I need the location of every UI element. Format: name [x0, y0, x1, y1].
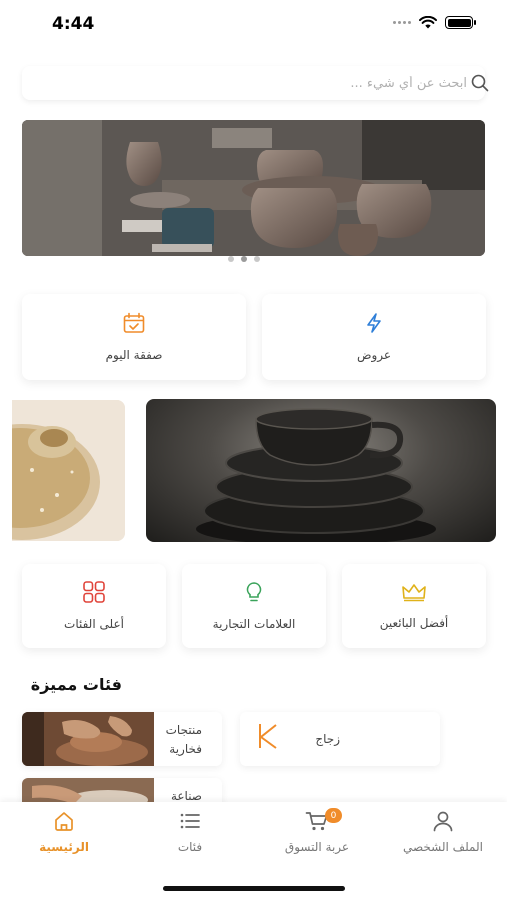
search-input[interactable]	[87, 75, 467, 91]
signal-icon	[393, 21, 411, 24]
lightning-icon	[367, 313, 381, 333]
carousel-dots	[228, 256, 260, 262]
pottery-hands-thumbnail	[22, 712, 154, 766]
offers-card[interactable]: عروض	[262, 294, 486, 380]
promo-banner-glazed-pot[interactable]	[12, 400, 125, 541]
lightbulb-icon	[246, 582, 262, 602]
calendar-check-icon	[123, 312, 145, 333]
wifi-icon	[419, 16, 437, 29]
featured-item-pottery[interactable]: منتجات فخارية	[22, 712, 222, 766]
grid-icon	[83, 581, 105, 603]
user-icon	[433, 811, 453, 832]
crown-icon	[402, 584, 426, 602]
top-sellers-label: أفضل البائعين	[379, 616, 449, 630]
status-time: 4:44	[52, 14, 95, 34]
deal-of-the-day-label: صفقة اليوم	[105, 348, 163, 362]
nav-label-cart: عربة التسوق	[284, 840, 350, 854]
nav-item-home[interactable]: الرئيسية	[14, 810, 114, 854]
brands-label: العلامات التجارية	[212, 617, 296, 631]
black-pottery-illustration	[196, 408, 436, 542]
search-icon[interactable]	[470, 73, 490, 93]
featured-item-glass[interactable]: زجاج	[240, 712, 440, 766]
nav-label-categories: فئات	[177, 840, 203, 854]
nav-item-cart[interactable]: 0 عربة التسوق	[267, 808, 367, 854]
top-categories-label: أعلى الفئات	[64, 617, 124, 631]
carousel-dot[interactable]	[254, 256, 260, 262]
featured-item-crafts-label: صناعة	[170, 789, 202, 803]
top-categories-card[interactable]: أعلى الفئات	[22, 564, 166, 648]
nav-item-categories[interactable]: فئات	[140, 810, 240, 854]
nav-label-profile: الملف الشخصي	[403, 840, 483, 854]
nav-item-profile[interactable]: الملف الشخصي	[393, 810, 493, 854]
featured-item-pottery-label: منتجات فخارية	[154, 721, 202, 759]
home-indicator[interactable]	[163, 886, 345, 891]
featured-item-glass-label: زجاج	[315, 732, 340, 746]
carousel-dot-active[interactable]	[241, 256, 247, 262]
brands-card[interactable]: العلامات التجارية	[182, 564, 326, 648]
status-bar: 4:44	[0, 0, 507, 50]
featured-item-pottery-line1: منتجات	[165, 723, 202, 737]
featured-item-pottery-line2: فخارية	[169, 742, 202, 756]
cart-count-badge: 0	[325, 808, 342, 823]
search-bar[interactable]	[22, 66, 489, 100]
status-icons	[393, 16, 476, 29]
brand-k-logo-icon	[259, 724, 277, 749]
nav-label-home: الرئيسية	[39, 840, 89, 854]
deal-of-the-day-card[interactable]: صفقة اليوم	[22, 294, 246, 380]
pottery-workshop-illustration	[22, 120, 485, 256]
featured-categories-title: فئات مميزة	[30, 675, 122, 694]
battery-icon	[445, 16, 476, 29]
carousel-dot[interactable]	[228, 256, 234, 262]
hero-banner-image[interactable]	[22, 120, 485, 256]
offers-label: عروض	[356, 348, 392, 362]
glazed-pot-illustration	[12, 400, 125, 541]
top-sellers-card[interactable]: أفضل البائعين	[342, 564, 486, 648]
home-icon	[55, 812, 73, 831]
list-icon	[180, 813, 200, 829]
promo-banner-black-pottery[interactable]	[146, 399, 496, 542]
